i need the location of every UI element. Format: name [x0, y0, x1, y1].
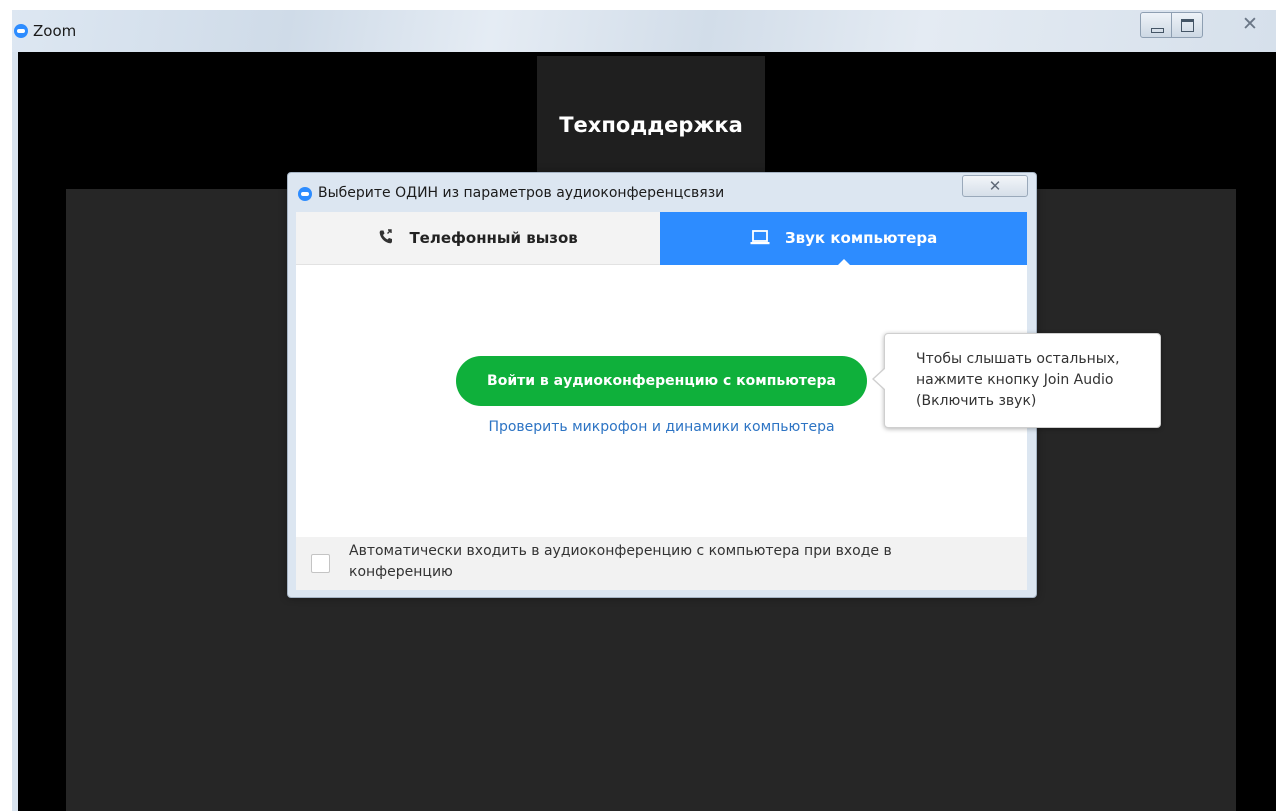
auto-join-label[interactable]: Автоматически входить в аудиоконференцию… [349, 541, 969, 583]
dialog-title: Выберите ОДИН из параметров аудиоконфере… [318, 185, 725, 201]
auto-join-checkbox[interactable] [311, 554, 330, 573]
close-icon: ✕ [1242, 13, 1258, 35]
tooltip-text: Чтобы слышать остальных, нажмите кнопку … [916, 351, 1120, 409]
close-icon: ✕ [988, 177, 1002, 195]
tab-computer-audio-label: Звук компьютера [785, 229, 938, 247]
test-speaker-microphone-link[interactable]: Проверить микрофон и динамики компьютера [416, 419, 907, 435]
participant-name-tile: Техподдержка [537, 56, 765, 188]
join-computer-audio-button[interactable]: Войти в аудиоконференцию с компьютера [456, 356, 867, 406]
zoom-logo-icon [298, 187, 312, 201]
laptop-icon [750, 230, 770, 249]
dialog-close-button[interactable]: ✕ [962, 175, 1028, 197]
minimize-button[interactable] [1140, 12, 1172, 38]
close-window-button[interactable]: ✕ [1234, 12, 1266, 38]
tab-phone-call[interactable]: Телефонный вызов [296, 212, 660, 265]
tab-computer-audio[interactable]: Звук компьютера [660, 212, 1027, 266]
join-audio-tooltip: Чтобы слышать остальных, нажмите кнопку … [872, 333, 1161, 428]
maximize-button[interactable] [1171, 12, 1203, 38]
zoom-logo-icon [14, 24, 28, 38]
participant-name: Техподдержка [559, 113, 743, 137]
tab-phone-call-label: Телефонный вызов [409, 229, 578, 247]
window-title: Zoom [33, 22, 77, 40]
auto-join-row: Автоматически входить в аудиоконференцию… [296, 537, 1027, 590]
title-bar[interactable]: Zoom ✕ [12, 10, 1276, 52]
phone-icon [378, 229, 394, 249]
